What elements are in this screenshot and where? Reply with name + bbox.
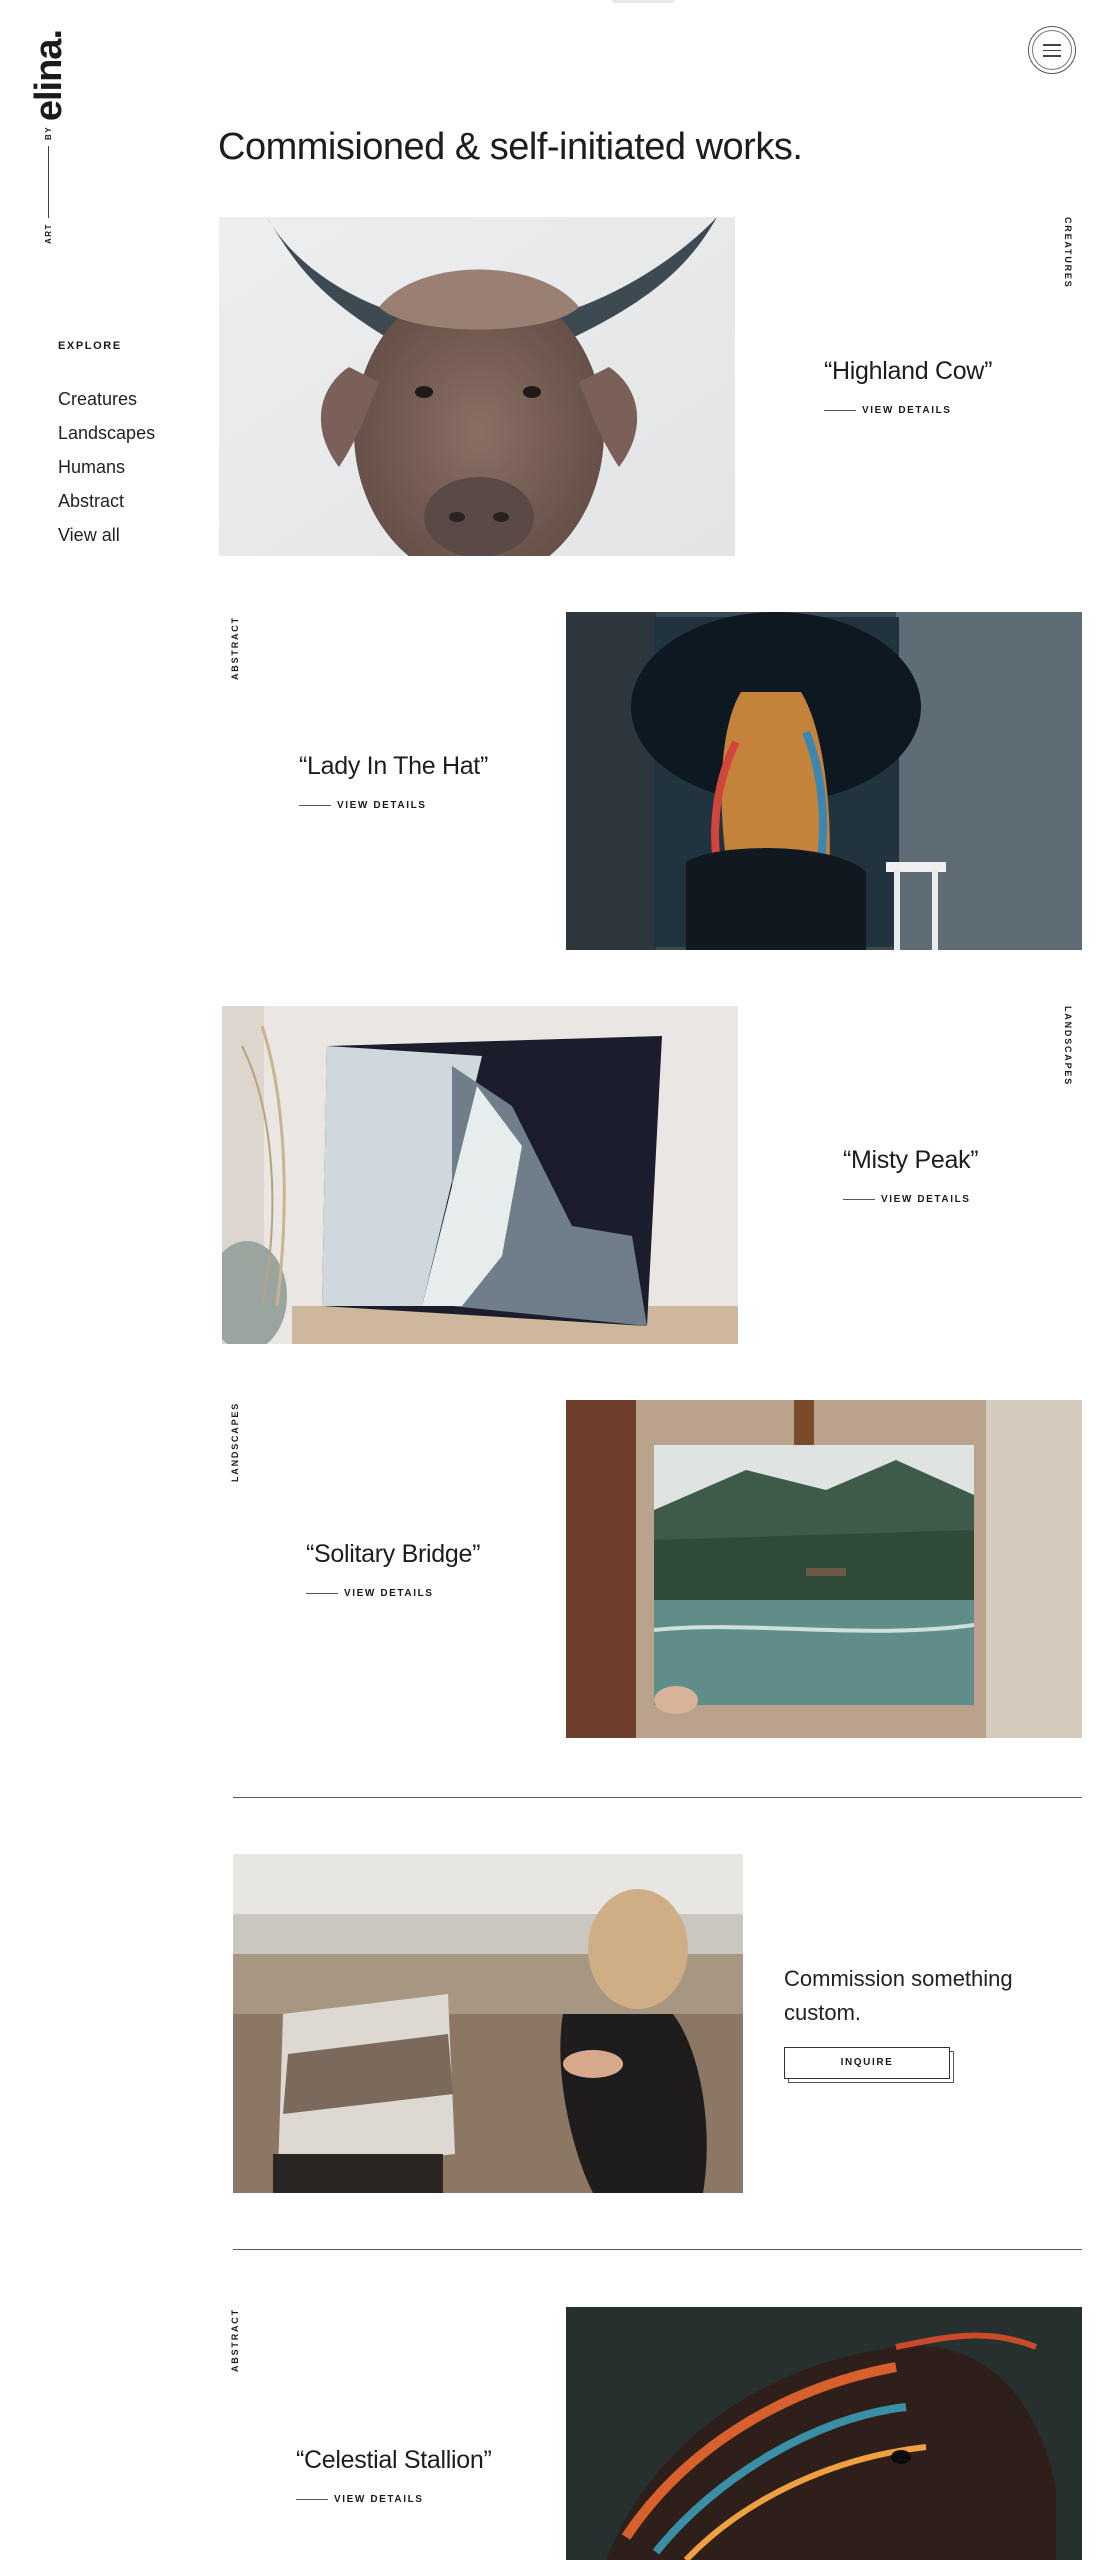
inquire-button[interactable]: INQUIRE — [784, 2047, 950, 2079]
misty-peak-illustration — [222, 1006, 738, 1344]
explore-item-view-all[interactable]: View all — [58, 518, 155, 552]
explore-title: EXPLORE — [58, 340, 122, 352]
category-tag: LANDSCAPES — [1063, 1006, 1073, 1087]
artwork-title: “Highland Cow” — [824, 357, 993, 385]
artwork-image-solitary-bridge[interactable] — [566, 1400, 1082, 1738]
brand-by: BY — [44, 125, 53, 140]
view-details-link[interactable]: VIEW DETAILS — [306, 1588, 434, 1599]
artwork-image-celestial-stallion[interactable] — [566, 2307, 1082, 2560]
explore-item-humans[interactable]: Humans — [58, 450, 155, 484]
explore-list: Creatures Landscapes Humans Abstract Vie… — [58, 382, 155, 552]
category-tag: LANDSCAPES — [230, 1401, 240, 1482]
category-tag: ABSTRACT — [230, 616, 240, 680]
artwork-image-highland-cow[interactable] — [219, 217, 735, 556]
brand-logo[interactable]: elina. BY ART — [14, 22, 86, 252]
solitary-bridge-illustration — [566, 1400, 1082, 1738]
artwork-title: “Solitary Bridge” — [306, 1540, 481, 1568]
category-tag: CREATURES — [1063, 217, 1073, 289]
view-details-link[interactable]: VIEW DETAILS — [296, 2494, 424, 2505]
artwork-title: “Celestial Stallion” — [296, 2446, 492, 2474]
highland-cow-illustration — [219, 217, 735, 556]
artwork-image-lady-in-the-hat[interactable] — [566, 612, 1082, 950]
explore-nav: EXPLORE Creatures Landscapes Humans Abst… — [58, 340, 155, 552]
page-title: Commisioned & self-initiated works. — [218, 126, 803, 168]
commission-image — [233, 1854, 743, 2193]
commission-text: Commission something custom. — [784, 1966, 1013, 2025]
menu-button[interactable] — [1028, 26, 1076, 74]
brand-name: elina. — [28, 30, 70, 122]
explore-item-abstract[interactable]: Abstract — [58, 484, 155, 518]
brand-art: ART — [44, 223, 53, 244]
lady-in-the-hat-illustration — [566, 612, 1082, 950]
artwork-image-misty-peak[interactable] — [222, 1006, 738, 1344]
artwork-title: “Misty Peak” — [843, 1146, 979, 1174]
celestial-stallion-illustration — [566, 2307, 1082, 2560]
scroll-hint-bar — [612, 0, 674, 3]
explore-item-creatures[interactable]: Creatures — [58, 382, 155, 416]
category-tag: ABSTRACT — [230, 2308, 240, 2372]
view-details-link[interactable]: VIEW DETAILS — [843, 1194, 971, 1205]
view-details-link[interactable]: VIEW DETAILS — [299, 800, 427, 811]
section-divider — [233, 2249, 1082, 2250]
brand-divider — [48, 146, 49, 218]
artist-painting-illustration — [233, 1854, 743, 2193]
explore-item-landscapes[interactable]: Landscapes — [58, 416, 155, 450]
view-details-link[interactable]: VIEW DETAILS — [824, 405, 952, 416]
hamburger-icon — [1043, 44, 1061, 61]
section-divider — [233, 1797, 1082, 1798]
artwork-title: “Lady In The Hat” — [299, 752, 488, 780]
